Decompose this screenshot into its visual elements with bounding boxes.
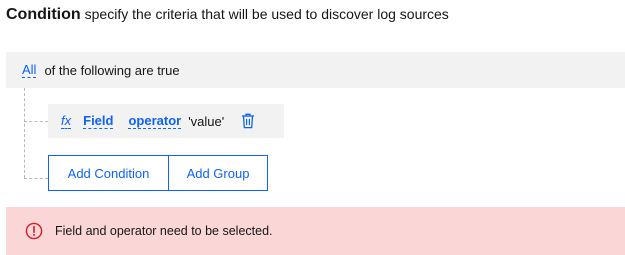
condition-row: fx Field operator 'value' — [48, 104, 284, 138]
match-type-suffix: of the following are true — [44, 62, 180, 78]
add-condition-button[interactable]: Add Condition — [48, 155, 169, 191]
field-selector[interactable]: Field — [83, 113, 114, 129]
match-type-selector[interactable]: All — [22, 62, 37, 78]
tree-connector-vertical — [24, 88, 25, 178]
trash-icon[interactable] — [240, 113, 256, 129]
add-group-button[interactable]: Add Group — [168, 155, 268, 191]
error-icon — [25, 222, 43, 240]
group-header: All of the following are true — [6, 52, 625, 88]
function-toggle[interactable]: fx — [61, 113, 72, 129]
value-input[interactable]: 'value' — [188, 114, 224, 129]
condition-title: Condition — [6, 6, 81, 23]
tree-connector-condition — [24, 121, 48, 122]
condition-builder: All of the following are true fx Field o… — [6, 52, 625, 191]
tree-connector-actions — [24, 178, 48, 179]
operator-selector[interactable]: operator — [128, 113, 182, 129]
condition-description: specify the criteria that will be used t… — [84, 6, 449, 22]
condition-header: Condition specify the criteria that will… — [6, 6, 449, 26]
error-message: Field and operator need to be selected. — [55, 224, 273, 238]
error-notification: Field and operator need to be selected. — [6, 207, 625, 255]
